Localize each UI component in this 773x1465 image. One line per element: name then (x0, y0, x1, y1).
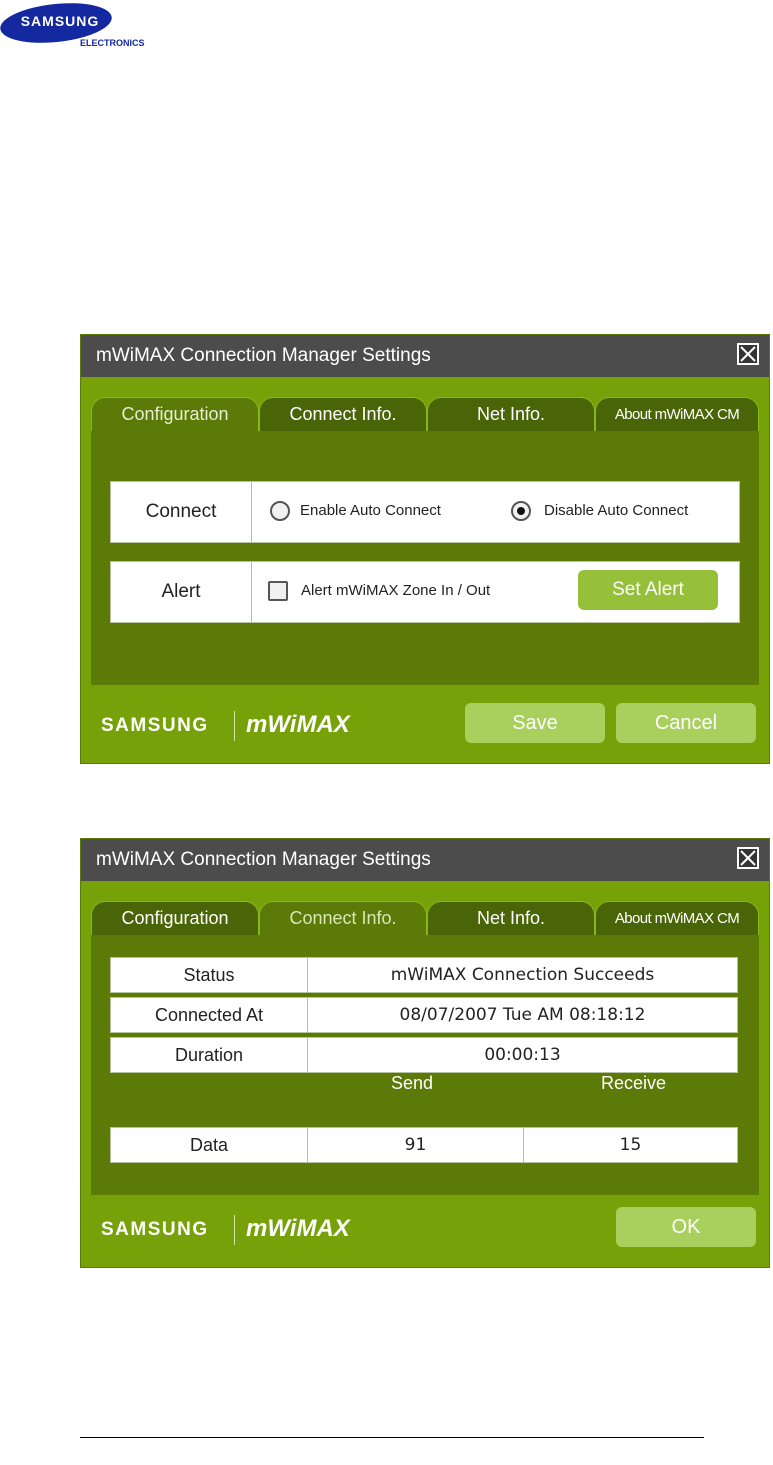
brand-mwimax: mWiMAX (246, 711, 350, 738)
logo-text: SAMSUNG (20, 13, 100, 29)
disable-auto-connect-label[interactable]: Disable Auto Connect (544, 502, 688, 519)
alert-label: Alert (111, 562, 252, 622)
duration-row: Duration 00:00:13 (110, 1037, 738, 1073)
status-value: mWiMAX Connection Succeeds (390, 965, 655, 985)
tab-net-info[interactable]: Net Info. (427, 901, 595, 937)
tab-configuration[interactable]: Configuration (91, 901, 259, 937)
brand-divider (234, 1215, 235, 1245)
brand-samsung: SAMSUNG (101, 1219, 209, 1240)
tab-bar: Configuration Connect Info. Net Info. Ab… (91, 397, 759, 433)
duration-value: 00:00:13 (484, 1045, 561, 1065)
data-label: Data (111, 1128, 308, 1162)
tab-configuration[interactable]: Configuration (91, 397, 259, 433)
send-header: Send (391, 1073, 434, 1093)
tab-net-info[interactable]: Net Info. (427, 397, 595, 433)
brand-mwimax: mWiMAX (246, 1215, 350, 1242)
tab-about[interactable]: About mWiMAX CM (595, 397, 759, 433)
cancel-button[interactable]: Cancel (616, 703, 756, 743)
tab-connect-info[interactable]: Connect Info. (259, 901, 427, 937)
close-button[interactable] (737, 847, 759, 869)
tab-about[interactable]: About mWiMAX CM (595, 901, 759, 937)
receive-header: Receive (601, 1073, 667, 1093)
brand-divider (234, 711, 235, 741)
tab-connect-info[interactable]: Connect Info. (259, 397, 427, 433)
logo-subtext: ELECTRONICS (80, 38, 145, 48)
close-icon (740, 346, 756, 362)
close-button[interactable] (737, 343, 759, 365)
alert-zone-label[interactable]: Alert mWiMAX Zone In / Out (301, 582, 490, 599)
status-label: Status (111, 958, 308, 992)
settings-window-configuration: mWiMAX Connection Manager Settings Confi… (80, 334, 770, 764)
tab-panel: Status mWiMAX Connection Succeeds Connec… (91, 935, 759, 1195)
window-title: mWiMAX Connection Manager Settings (96, 345, 431, 366)
tab-bar: Configuration Connect Info. Net Info. Ab… (91, 901, 759, 937)
tab-panel: Connect Enable Auto Connect Disable Auto… (91, 431, 759, 685)
send-value: 91 (308, 1128, 524, 1162)
receive-value: 15 (619, 1135, 642, 1155)
enable-auto-connect-radio[interactable] (270, 501, 290, 521)
close-icon (740, 850, 756, 866)
brand-samsung: SAMSUNG (101, 715, 209, 736)
connect-row: Connect Enable Auto Connect Disable Auto… (110, 481, 740, 543)
data-row: Data 91 15 (110, 1127, 738, 1163)
set-alert-button[interactable]: Set Alert (578, 570, 718, 610)
title-bar: mWiMAX Connection Manager Settings (81, 335, 769, 377)
title-bar: mWiMAX Connection Manager Settings (81, 839, 769, 881)
page-footer-rule (80, 1437, 704, 1438)
connected-at-label: Connected At (111, 998, 308, 1032)
alert-row: Alert Alert mWiMAX Zone In / Out Set Ale… (110, 561, 740, 623)
status-row: Status mWiMAX Connection Succeeds (110, 957, 738, 993)
duration-label: Duration (111, 1038, 308, 1072)
ok-button[interactable]: OK (616, 1207, 756, 1247)
window-title: mWiMAX Connection Manager Settings (96, 849, 431, 870)
disable-auto-connect-radio[interactable] (511, 501, 531, 521)
connect-label: Connect (111, 482, 252, 542)
enable-auto-connect-label[interactable]: Enable Auto Connect (300, 502, 441, 519)
connected-at-row: Connected At 08/07/2007 Tue AM 08:18:12 (110, 997, 738, 1033)
save-button[interactable]: Save (465, 703, 605, 743)
settings-window-connect-info: mWiMAX Connection Manager Settings Confi… (80, 838, 770, 1268)
alert-zone-checkbox[interactable] (268, 581, 288, 601)
connected-at-value: 08/07/2007 Tue AM 08:18:12 (399, 1005, 646, 1025)
samsung-logo: SAMSUNG ELECTRONICS (0, 0, 160, 54)
